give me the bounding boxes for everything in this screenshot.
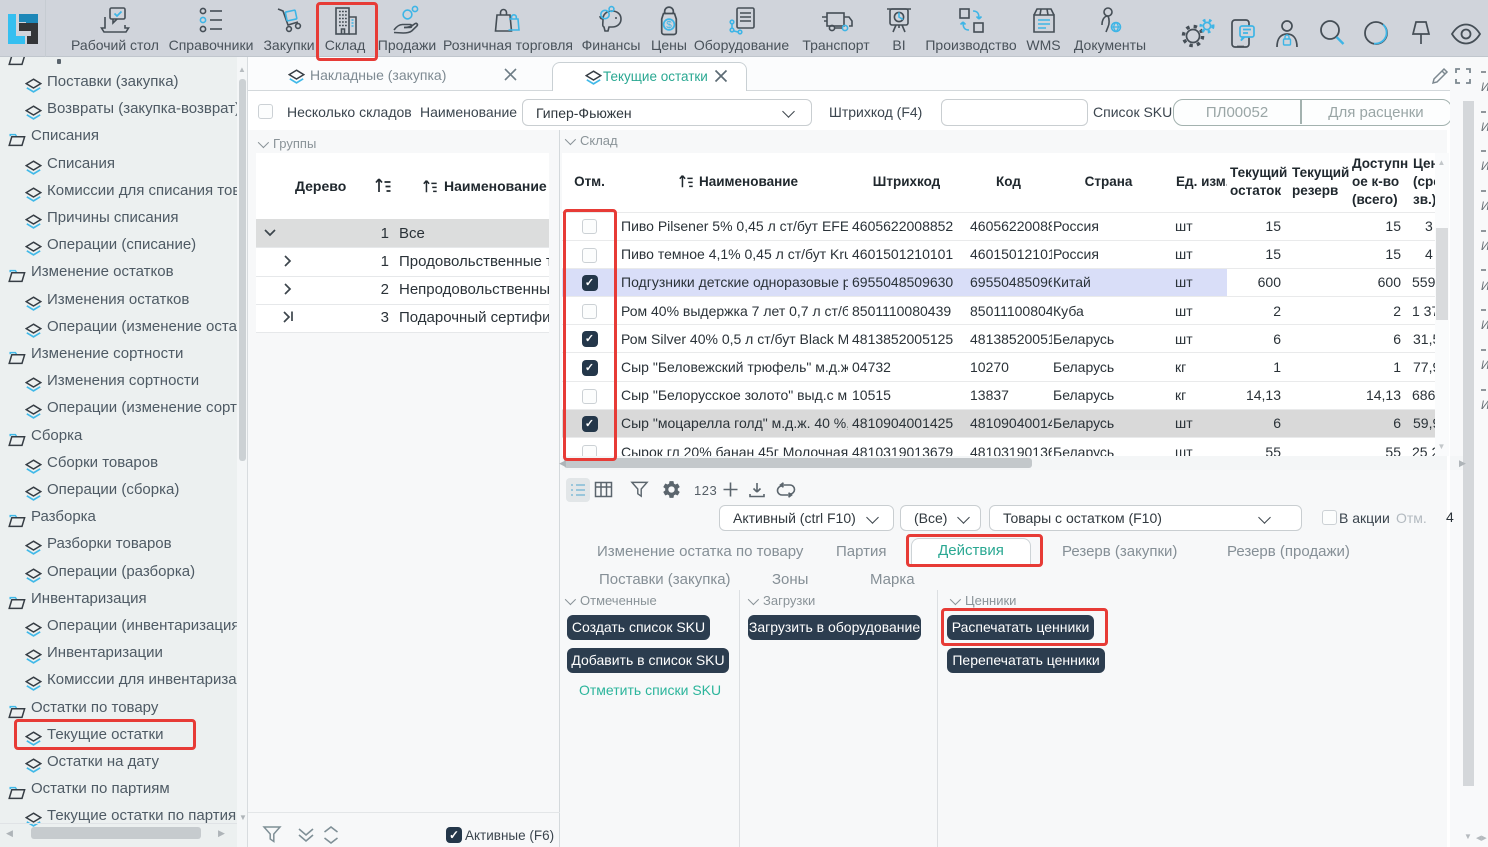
svg-text:$: $ bbox=[666, 20, 672, 31]
